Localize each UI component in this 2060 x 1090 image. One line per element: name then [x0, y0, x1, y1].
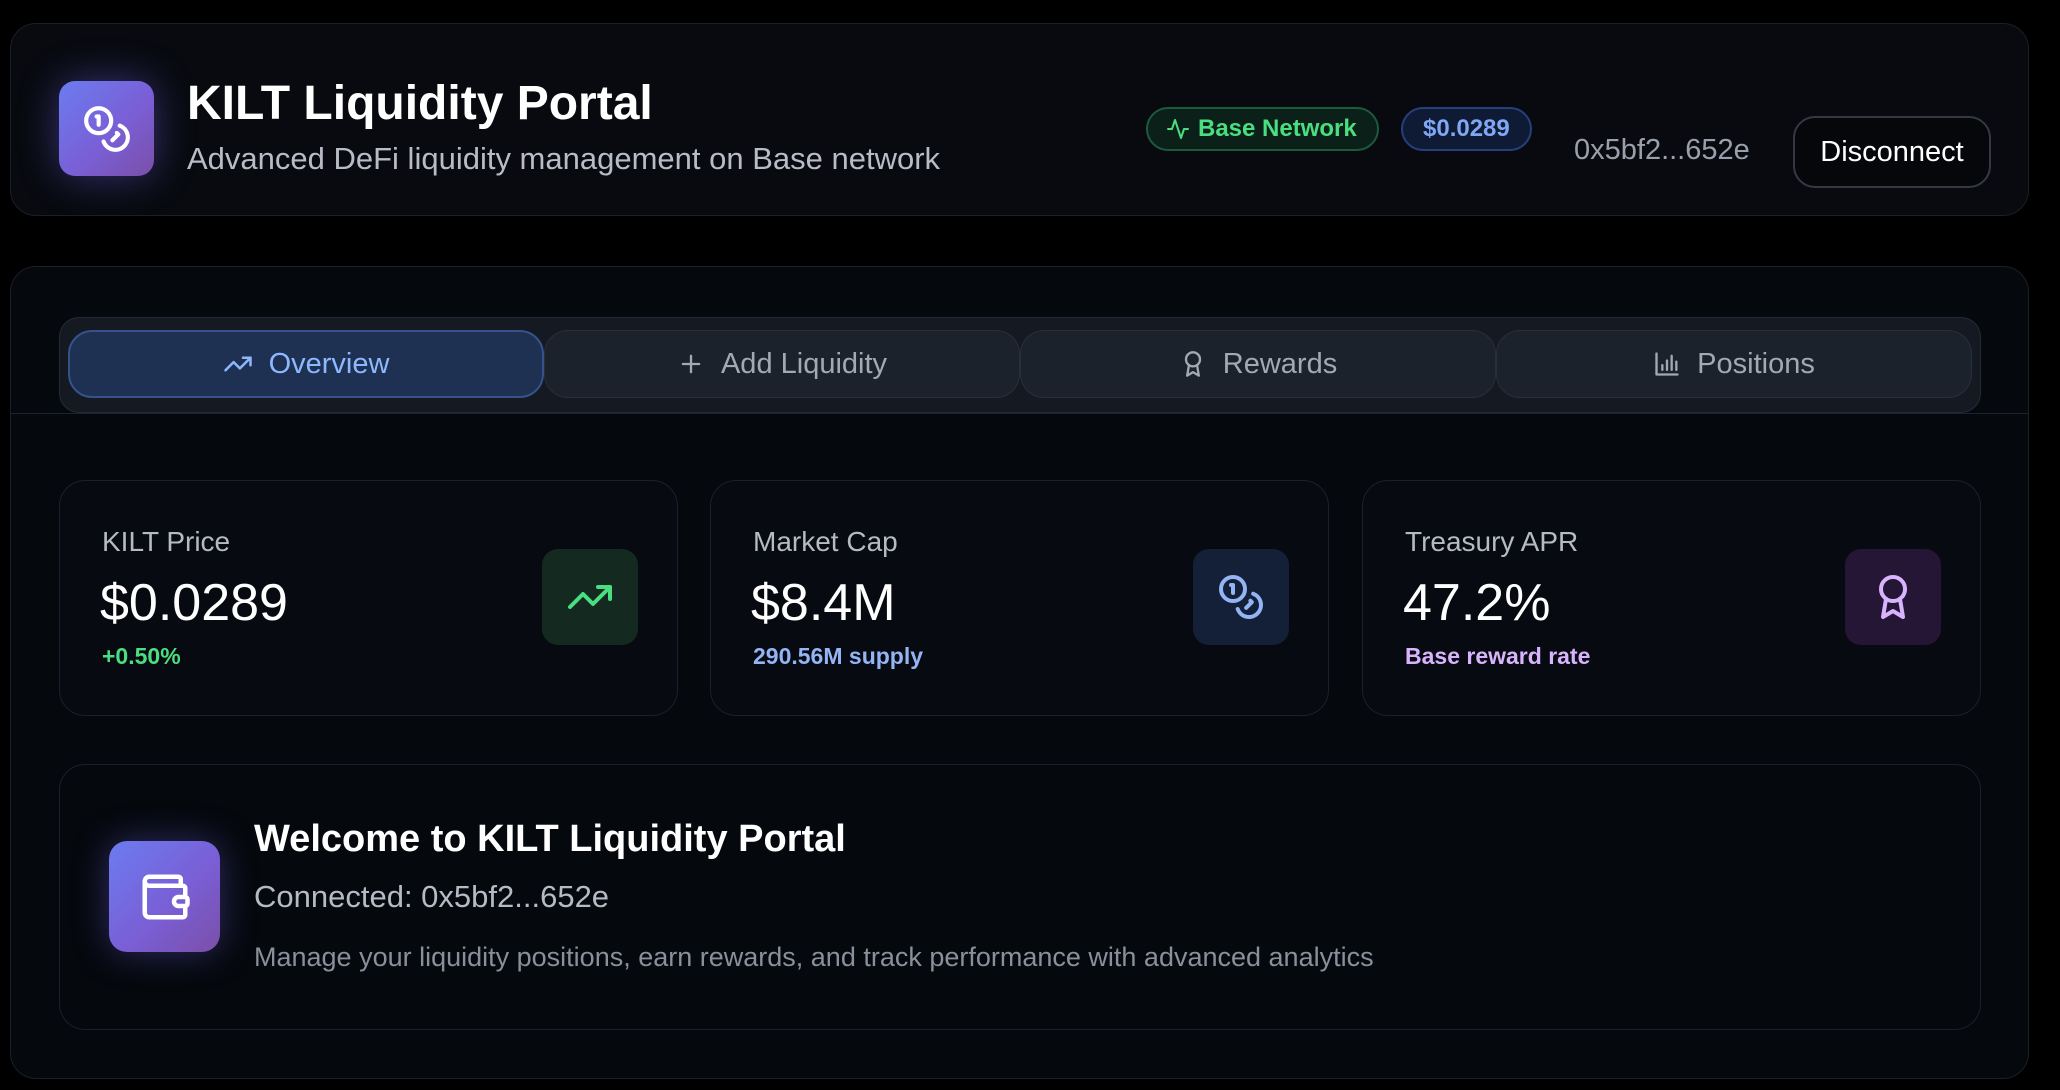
tab-add-liquidity[interactable]: Add Liquidity — [544, 330, 1020, 398]
tab-positions[interactable]: Positions — [1496, 330, 1972, 398]
award-icon — [1184, 351, 1201, 377]
app-title: KILT Liquidity Portal — [187, 77, 653, 130]
activity-icon — [1167, 119, 1189, 139]
stat-supply: 290.56M supply — [753, 643, 924, 669]
stat-change: +0.50% — [102, 643, 181, 669]
award-icon — [1845, 549, 1941, 645]
disconnect-button[interactable]: Disconnect — [1793, 116, 1991, 188]
stat-label: KILT Price — [102, 526, 231, 557]
stat-card-market-cap: Market Cap $8.4M 290.56M supply — [710, 480, 1329, 716]
coins-icon — [1193, 549, 1289, 645]
tab-positions-label: Positions — [1697, 347, 1815, 380]
stat-label: Market Cap — [753, 526, 898, 557]
welcome-description: Manage your liquidity positions, earn re… — [254, 942, 1374, 972]
tab-overview[interactable]: Overview — [68, 330, 544, 398]
tab-rewards-label: Rewards — [1222, 347, 1338, 380]
network-badge-label: Base Network — [1198, 115, 1357, 142]
app-subtitle: Advanced DeFi liquidity management on Ba… — [187, 141, 941, 176]
welcome-card: Welcome to KILT Liquidity Portal Connect… — [59, 764, 1981, 1030]
stat-value: $8.4M — [751, 574, 896, 632]
plus-icon — [681, 354, 701, 374]
divider — [11, 413, 2028, 414]
main-panel: Overview Add Liquidity Rewards Positions… — [10, 266, 2029, 1079]
welcome-title: Welcome to KILT Liquidity Portal — [254, 818, 846, 860]
network-badge: Base Network — [1146, 107, 1379, 151]
bar-chart-icon — [1655, 352, 1679, 376]
price-badge: $0.0289 — [1401, 107, 1532, 151]
tab-rewards[interactable]: Rewards — [1020, 330, 1496, 398]
trending-up-icon — [223, 356, 252, 372]
stat-card-treasury-apr: Treasury APR 47.2% Base reward rate — [1362, 480, 1981, 716]
tab-add-liquidity-label: Add Liquidity — [720, 347, 888, 380]
stat-value: 47.2% — [1403, 574, 1551, 632]
stat-value: $0.0289 — [100, 574, 288, 632]
tab-bar: Overview Add Liquidity Rewards Positions — [59, 317, 1981, 413]
stat-note: Base reward rate — [1405, 643, 1591, 669]
app-header: KILT Liquidity Portal Advanced DeFi liqu… — [10, 23, 2029, 216]
wallet-icon — [109, 841, 220, 952]
trending-up-icon — [542, 549, 638, 645]
coins-logo-icon — [59, 81, 154, 176]
stat-label: Treasury APR — [1405, 526, 1579, 557]
wallet-address: 0x5bf2...652e — [1574, 134, 1750, 166]
stat-card-kilt-price: KILT Price $0.0289 +0.50% — [59, 480, 678, 716]
tab-overview-label: Overview — [268, 347, 390, 380]
connected-address: Connected: 0x5bf2...652e — [254, 879, 610, 914]
